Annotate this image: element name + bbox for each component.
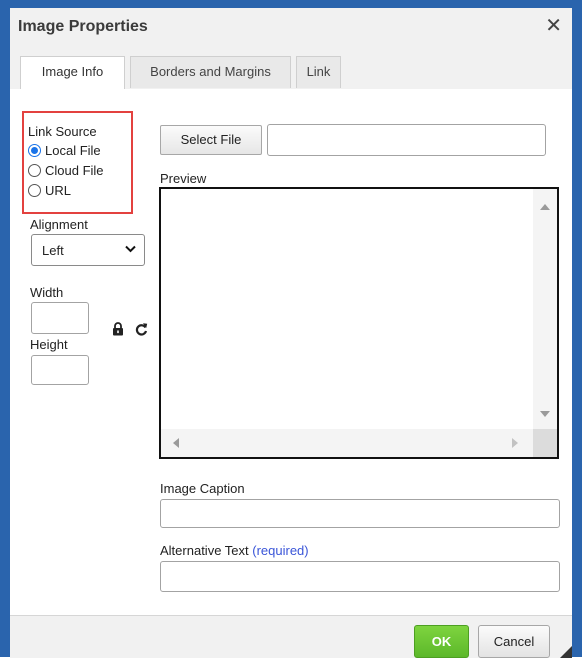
image-info-panel: Link Source Local File Cloud File URL Al… (10, 89, 572, 615)
cancel-button[interactable]: Cancel (478, 625, 550, 658)
alternative-text-label-text: Alternative Text (160, 543, 249, 558)
lock-icon[interactable] (112, 322, 124, 336)
image-preview (159, 187, 559, 459)
radio-button[interactable] (28, 184, 41, 197)
image-caption-label: Image Caption (160, 481, 245, 496)
height-label: Height (30, 337, 68, 352)
chevron-down-icon (125, 245, 136, 253)
radio-button-checked[interactable] (28, 144, 41, 157)
scroll-down-icon[interactable] (540, 411, 550, 417)
dialog-titlebar[interactable]: Image Properties ✕ (10, 8, 572, 49)
alignment-selected-value: Left (42, 243, 64, 258)
radio-label-cloud-file: Cloud File (45, 163, 104, 178)
scroll-up-icon[interactable] (540, 204, 550, 210)
ok-button[interactable]: OK (414, 625, 469, 658)
image-caption-input[interactable] (160, 499, 560, 528)
tab-link[interactable]: Link (296, 56, 341, 88)
tab-strip: Image Info Borders and Margins Link (10, 48, 572, 90)
tab-borders-and-margins[interactable]: Borders and Margins (130, 56, 291, 88)
required-indicator: (required) (252, 543, 309, 558)
file-path-input[interactable] (267, 124, 546, 156)
radio-button[interactable] (28, 164, 41, 177)
alignment-label: Alignment (30, 217, 88, 232)
radio-label-url: URL (45, 183, 72, 198)
scrollbar-corner (533, 429, 557, 457)
width-input[interactable] (31, 302, 89, 334)
dialog-title: Image Properties (18, 18, 148, 35)
tab-image-info[interactable]: Image Info (20, 56, 125, 90)
width-label: Width (30, 285, 64, 300)
resize-grip-icon[interactable] (560, 646, 572, 658)
reset-icon[interactable] (135, 322, 148, 336)
scroll-left-icon[interactable] (173, 438, 179, 448)
alternative-text-label: Alternative Text (required) (160, 543, 309, 558)
height-input[interactable] (31, 355, 89, 385)
alignment-select[interactable]: Left (31, 234, 145, 266)
vertical-scrollbar[interactable] (533, 189, 557, 429)
select-file-button[interactable]: Select File (160, 125, 262, 155)
link-source-label: Link Source (28, 124, 97, 139)
alternative-text-input[interactable] (160, 561, 560, 592)
scroll-right-icon[interactable] (512, 438, 518, 448)
radio-label-local-file: Local File (45, 143, 101, 158)
preview-label: Preview (160, 171, 207, 186)
close-icon[interactable]: ✕ (545, 16, 562, 36)
dialog-footer: OK Cancel (10, 615, 572, 658)
horizontal-scrollbar[interactable] (161, 429, 533, 457)
